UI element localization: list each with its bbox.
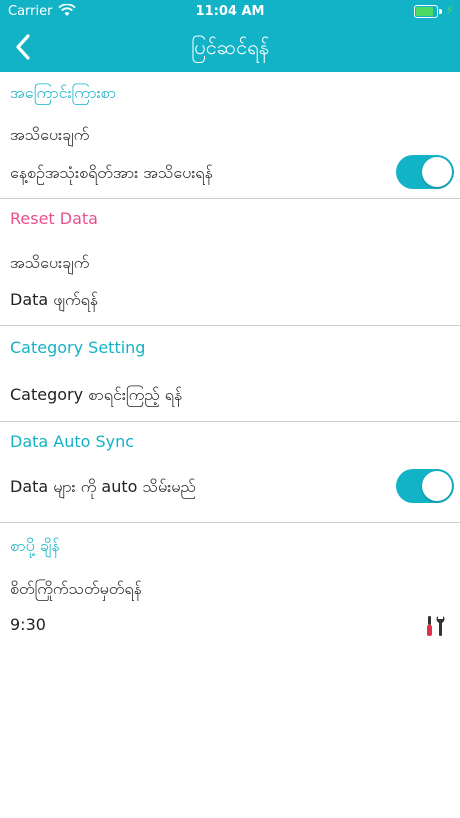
notifications-info-label: အသိပေးချက်: [10, 125, 90, 144]
divider: [0, 421, 460, 422]
battery-charging-icon: [414, 5, 442, 18]
reminder-time-value: 9:30: [10, 615, 46, 634]
charging-bolt-icon: ⚡: [445, 3, 454, 17]
section-header-category: Category Setting: [10, 338, 146, 357]
page-title: ပြင်ဆင်ရန်: [190, 35, 270, 59]
divider: [0, 198, 460, 199]
toggle-knob: [422, 471, 452, 501]
view-categories-button[interactable]: Category စာရင်းကြည့် ရန်: [10, 384, 182, 408]
reset-info-label: အသိပေးချက်: [10, 253, 90, 272]
tools-icon[interactable]: [424, 614, 446, 638]
section-header-reset: Reset Data: [10, 209, 98, 228]
section-header-notifications: အကြောင်းကြားစာ: [10, 83, 117, 102]
delete-data-button[interactable]: Data ဖျက်ရန်: [10, 289, 98, 313]
status-bar: Carrier 11:04 AM ⚡: [0, 0, 460, 24]
divider: [0, 522, 460, 523]
section-header-sync: Data Auto Sync: [10, 432, 135, 451]
top-bar: Carrier 11:04 AM ⚡ ပြင်ဆင်ရန်: [0, 0, 460, 72]
daily-expense-reminder-toggle[interactable]: [396, 155, 454, 189]
status-time: 11:04 AM: [195, 4, 265, 19]
auto-sync-toggle[interactable]: [396, 469, 454, 503]
section-header-reminder: စာပို့ ချိန်: [10, 536, 60, 555]
toggle-knob: [422, 157, 452, 187]
custom-time-button[interactable]: စိတ်ကြိုက်သတ်မှတ်ရန်: [10, 578, 142, 602]
daily-expense-reminder-label: နေ့စဉ်အသုံးစရိတ်အား အသိပေးရန်: [10, 163, 213, 182]
divider: [0, 325, 460, 326]
auto-sync-label: Data များ ကို auto သိမ်းမည်: [10, 477, 196, 496]
navigation-bar: ပြင်ဆင်ရန်: [0, 24, 460, 72]
